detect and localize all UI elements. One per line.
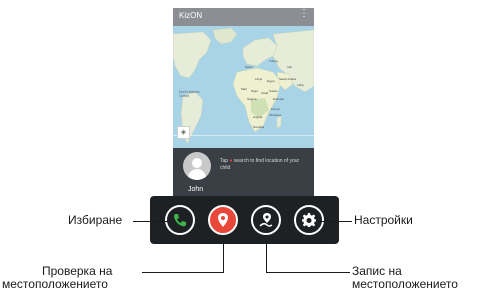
callout-line-settings [318,221,352,222]
avatar-head-shape [192,158,202,168]
callout-record-location-line2: местоположението [352,277,458,291]
hint-text: search to find location of your child [220,158,300,171]
callout-check-location: Проверка на местоположението [2,265,112,291]
dial-button[interactable] [165,205,195,235]
hint-prefix: Tap [220,158,229,164]
map-place-label: Namibia [253,125,265,129]
overflow-menu-icon[interactable]: ⋮ [299,9,309,19]
callout-line-record-location [266,240,267,272]
map-place-label: Niger [251,89,259,93]
map-place-label: Mali [241,87,247,91]
map-place-label: Egypt [267,79,275,83]
callout-settings: Настройки [354,213,413,227]
check-location-button[interactable] [208,205,238,235]
world-map[interactable]: North Atlantic Ocean Spain Libya Egypt M… [173,26,314,148]
satellite-icon: ◈ [180,129,187,136]
app-title-bar: KizON ⋮ [173,8,314,26]
map-place-label: Kenya [271,107,280,111]
map-place-label: India [297,83,304,87]
action-bar [150,196,339,244]
callout-check-location-line2: местоположението [2,277,108,291]
search-hint: Tap ● search to find location of your ch… [220,158,310,172]
location-pin-icon [218,213,228,227]
location-pin-icon: ● [229,158,233,164]
record-location-button[interactable] [251,205,281,235]
map-place-label: Angola [253,115,263,119]
avatar[interactable] [183,152,211,180]
map-place-label: Ethiopia [273,97,284,101]
gear-icon [302,213,316,227]
avatar-body-shape [188,169,206,180]
child-name: John [188,186,204,193]
callout-line-check-location [223,240,224,272]
map-ocean-label: North Atlantic Ocean [179,90,200,98]
callout-line-check-location-h [142,272,224,273]
app-title: KizON [179,11,203,20]
callout-dial: Избиране [68,213,123,227]
map-place-label: Chad [261,91,269,95]
map-place-label: Spain [245,65,253,69]
map-place-label: Libya [255,77,263,81]
map-place-label: Turkey [269,59,279,63]
callout-line-dial [133,221,170,222]
map-place-label: Nigeria [247,97,257,101]
phone-screen: KizON ⋮ North Atlantic Ocean Spain Libya [173,8,314,204]
phone-icon [174,214,186,227]
callout-record-location: Запис на местоположението [352,265,458,291]
my-location-button[interactable]: ◈ [177,126,190,139]
map-place-label: Saudi Arabia [279,77,297,81]
callout-line-record-location-h [266,272,350,273]
settings-button[interactable] [294,205,324,235]
map-place-label: Tanzania [269,113,282,117]
route-pin-icon [259,213,273,227]
map-place-label: Iran [287,65,293,69]
map-place-label: Sudan [269,89,278,93]
map-gridline [173,135,314,136]
